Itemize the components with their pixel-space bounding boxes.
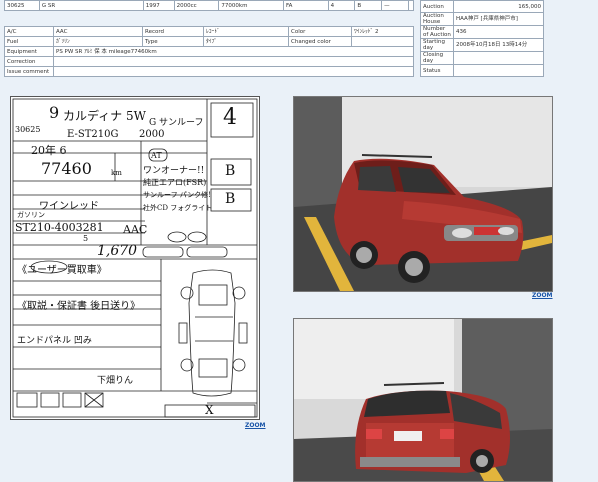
info-row-issue: Issue comment [4, 66, 414, 77]
issue-comment-label: Issue comment [4, 66, 54, 77]
lot-summary-table: 30625 G SR 1997 2000cc 77000km FA 4 B — [4, 0, 414, 11]
sheet-exterior-grade: B [225, 191, 236, 207]
auction-row-status: Status [420, 64, 544, 77]
sheet-displacement: 2000 [139, 129, 165, 140]
sheet-comment-4: 社外CD フォグライト [143, 204, 213, 212]
sheet-model: カルディナ 5W [63, 109, 146, 123]
auction-row-price: Auction 165,000 [420, 0, 544, 13]
sheet-fuel-type: ガソリン [17, 211, 45, 219]
car-damage-diagram [178, 269, 248, 397]
sheet-seat: 5 [83, 234, 89, 243]
sheet-mileage-unit: km [111, 169, 122, 177]
record-value: ﾚｺｰﾄﾞ [203, 26, 289, 37]
correction-label: Correction [4, 56, 54, 67]
status-label: Status [420, 64, 454, 77]
auction-label: Auction [420, 0, 454, 13]
changed-color-label: Changed color [288, 36, 352, 47]
auction-row-close: Closing day [420, 51, 544, 65]
sheet-notes-3: エンドパネル 凹み [17, 336, 92, 346]
info-row-ac: A/C AAC Record ﾚｺｰﾄﾞ Color ﾜｲﾝﾚｯﾄﾞ 2 [4, 26, 414, 37]
zoom-photo-link[interactable]: ZOOM [532, 292, 553, 299]
car-front-photo[interactable] [293, 96, 553, 292]
auction-house-label: Auction House [420, 12, 454, 26]
sheet-price: 1,670 [97, 243, 138, 259]
sheet-score: 4 [223, 105, 237, 130]
sheet-model-code: E-ST210G [67, 129, 119, 140]
sheet-notes-2: 《取説・保証書 後日送り》 [17, 301, 141, 312]
car-front-illustration [294, 97, 552, 291]
sheet-color: ワインレッド [39, 201, 99, 212]
type-label: Type [142, 36, 204, 47]
ac-value: AAC [53, 26, 143, 37]
auction-row-number: Number of Auction 436 [420, 25, 544, 39]
sheet-chassis: ST210-4003281 [15, 221, 104, 234]
fuel-value: ｶﾞｿﾘﾝ [53, 36, 143, 47]
auction-house-value: HAA神戸 [兵庫県神戸市] [453, 12, 544, 26]
sheet-transmission: AT [151, 151, 162, 160]
correction-value [53, 56, 414, 67]
type-value: ﾀｲﾌﾟ [203, 36, 289, 47]
year-cell: 1997 [142, 0, 175, 11]
status-value [453, 64, 544, 77]
vehicle-info-table: A/C AAC Record ﾚｺｰﾄﾞ Color ﾜｲﾝﾚｯﾄﾞ 2 Fue… [4, 26, 414, 77]
auction-details-table: Auction 165,000 Auction House HAA神戸 [兵庫県… [420, 0, 544, 77]
sheet-comment-1: ワンオーナー!! [143, 166, 205, 176]
info-row-equipment: Equipment PS PW SR ｱﾙﾐ 保 本 mileage77460k… [4, 46, 414, 57]
color-label: Color [288, 26, 352, 37]
displacement-cell: 2000cc [173, 0, 220, 11]
starting-day-value: 2008年10月18日 13時14分 [453, 38, 544, 52]
zoom-sheet-link[interactable]: ZOOM [245, 422, 266, 429]
auction-row-house: Auction House HAA神戸 [兵庫県神戸市] [420, 12, 544, 26]
score-cell: 4 [327, 0, 356, 11]
lot-number-cell: 30625 [4, 0, 40, 11]
transmission-cell: FA [282, 0, 329, 11]
starting-day-label: Starting day [420, 38, 454, 52]
sheet-mileage: 77460 [41, 159, 92, 178]
equipment-value: PS PW SR ｱﾙﾐ 保 本 mileage77460km [53, 46, 414, 57]
interior-cell: B [354, 0, 383, 11]
auction-row-start: Starting day 2008年10月18日 13時14分 [420, 38, 544, 52]
sheet-notes-1: 《ユーザー買取車》 [17, 265, 107, 276]
mileage-cell: 77000km [218, 0, 284, 11]
lot-summary-row: 30625 G SR 1997 2000cc 77000km FA 4 B — [4, 0, 414, 11]
extra-cell: — [381, 0, 409, 11]
sheet-seller: 下畑りん [97, 376, 134, 386]
sheet-year: 9 [49, 103, 60, 122]
closing-day-label: Closing day [420, 51, 454, 65]
info-row-correction: Correction [4, 56, 414, 67]
sheet-ac: AAC [123, 223, 148, 236]
issue-comment-value [53, 66, 414, 77]
equipment-label: Equipment [4, 46, 54, 57]
empty-cell [408, 0, 414, 11]
sheet-lot-number: 30625 [15, 125, 41, 134]
auction-number-label: Number of Auction [420, 25, 454, 39]
sheet-x-mark: X [205, 403, 214, 417]
changed-color-value [351, 36, 414, 47]
car-rear-photo[interactable] [293, 318, 553, 482]
sheet-grade: G サンルーフ [149, 118, 204, 128]
closing-day-value [453, 51, 544, 65]
auction-number-value: 436 [453, 25, 544, 39]
sheet-shaken: 20年 6 [31, 144, 67, 157]
info-row-fuel: Fuel ｶﾞｿﾘﾝ Type ﾀｲﾌﾟ Changed color [4, 36, 414, 47]
auction-value: 165,000 [453, 0, 544, 13]
ac-label: A/C [4, 26, 54, 37]
sheet-comment-2: 純正エアロ(FSR) [143, 178, 207, 187]
fuel-label: Fuel [4, 36, 54, 47]
grade-cell: G SR [38, 0, 144, 11]
color-value: ﾜｲﾝﾚｯﾄﾞ 2 [351, 26, 414, 37]
auction-sheet-image[interactable]: 30625 9 カルディナ 5W G サンルーフ E-ST210G 2000 4… [10, 96, 260, 420]
sheet-interior-grade: B [225, 163, 236, 179]
record-label: Record [142, 26, 204, 37]
car-rear-illustration [294, 319, 552, 481]
sheet-comment-3: サンルーフ パンク修! [143, 191, 211, 199]
